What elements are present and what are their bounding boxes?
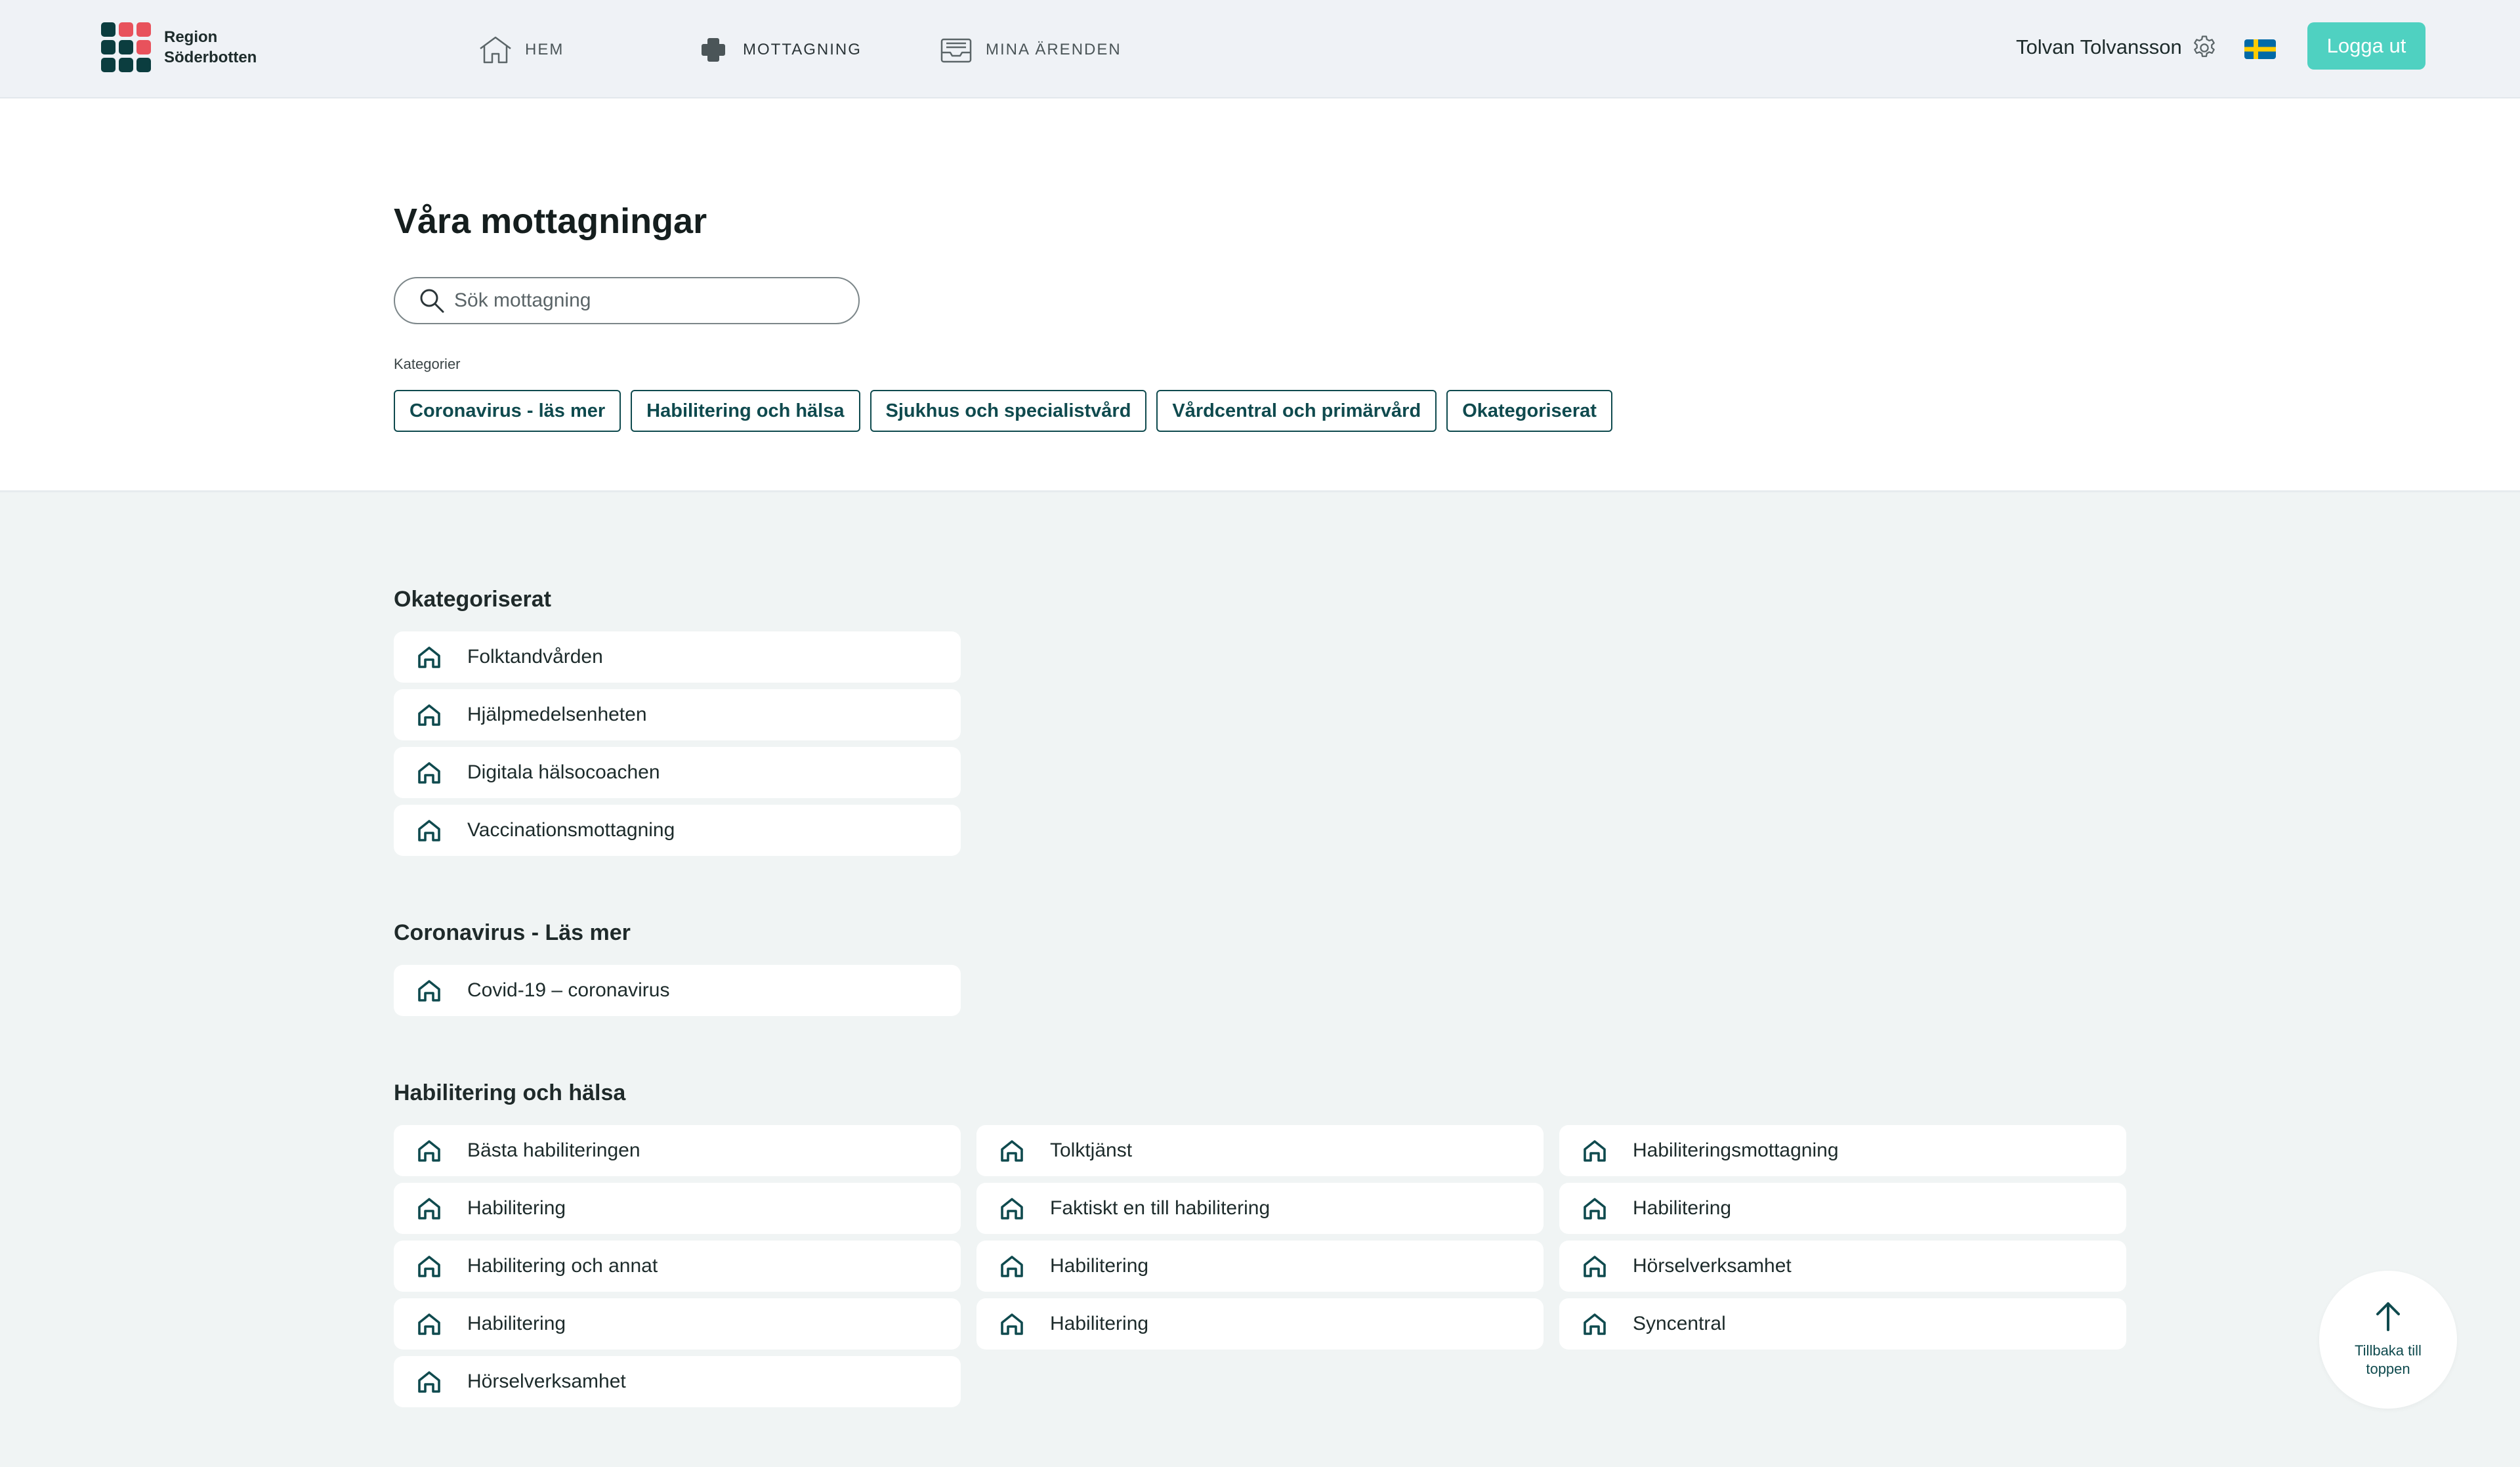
home-icon bbox=[1584, 1198, 1606, 1220]
section-title-okategoriserat: Okategoriserat bbox=[394, 587, 551, 612]
list-item[interactable]: Habilitering bbox=[1559, 1183, 2126, 1234]
logo-text: Region Söderbotten bbox=[164, 27, 257, 68]
clinic-cross-icon bbox=[696, 33, 731, 66]
chip-vardcentral[interactable]: Vårdcentral och primärvård bbox=[1156, 390, 1437, 432]
back-to-top-button[interactable]: Tillbaka till toppen bbox=[2319, 1271, 2457, 1409]
inbox-icon bbox=[938, 33, 974, 66]
list-item-label: Digitala hälsocoachen bbox=[467, 761, 660, 783]
list-item-label: Covid-19 – coronavirus bbox=[467, 979, 670, 1001]
list-item-label: Habilitering bbox=[467, 1313, 566, 1334]
list-item[interactable]: Hjälpmedelsenheten bbox=[394, 689, 961, 740]
list-item-label: Habilitering bbox=[1633, 1197, 1732, 1219]
back-to-top-label: Tillbaka till toppen bbox=[2355, 1342, 2422, 1377]
list-item-label: Vaccinationsmottagning bbox=[467, 819, 675, 841]
list-item-label: Faktiskt en till habilitering bbox=[1050, 1197, 1270, 1219]
home-icon bbox=[418, 1313, 440, 1335]
list-item-label: Habilitering och annat bbox=[467, 1255, 658, 1277]
home-icon bbox=[1001, 1140, 1023, 1162]
home-icon bbox=[418, 1140, 440, 1162]
list-item-label: Syncentral bbox=[1633, 1313, 1726, 1334]
user-name: Tolvan Tolvansson bbox=[2016, 35, 2182, 58]
list-item[interactable]: Habilitering bbox=[976, 1241, 1544, 1292]
list-item-label: Habilitering bbox=[467, 1197, 566, 1219]
home-icon bbox=[418, 1371, 440, 1393]
region-logo[interactable]: Region Söderbotten bbox=[101, 22, 257, 72]
list-item[interactable]: Vaccinationsmottagning bbox=[394, 805, 961, 856]
list-item[interactable]: Habilitering och annat bbox=[394, 1241, 961, 1292]
section-title-coronavirus: Coronavirus - Läs mer bbox=[394, 920, 631, 945]
list-item[interactable]: Folktandvården bbox=[394, 631, 961, 683]
search-icon bbox=[420, 289, 444, 313]
home-icon bbox=[1001, 1256, 1023, 1277]
list-item[interactable]: Habilitering bbox=[394, 1298, 961, 1350]
gear-icon[interactable] bbox=[2191, 34, 2218, 62]
list-item-label: Hjälpmedelsenheten bbox=[467, 704, 647, 725]
search-field[interactable] bbox=[394, 277, 860, 324]
home-icon bbox=[418, 980, 440, 1002]
chip-habilitering[interactable]: Habilitering och hälsa bbox=[631, 390, 860, 432]
section-title-habilitering: Habilitering och hälsa bbox=[394, 1080, 626, 1105]
logout-button[interactable]: Logga ut bbox=[2307, 22, 2426, 70]
home-icon bbox=[418, 704, 440, 726]
list-item-label: Bästa habiliteringen bbox=[467, 1139, 640, 1161]
home-icon bbox=[478, 33, 513, 66]
home-icon bbox=[418, 820, 440, 841]
home-icon bbox=[1584, 1313, 1606, 1335]
nav-home[interactable]: HEM bbox=[478, 32, 564, 68]
list-item-label: Tolktjänst bbox=[1050, 1139, 1133, 1161]
list-item[interactable]: Syncentral bbox=[1559, 1298, 2126, 1350]
chip-okategoriserat[interactable]: Okategoriserat bbox=[1446, 390, 1612, 432]
home-icon bbox=[418, 1198, 440, 1220]
list-item-label: Habilitering bbox=[1050, 1255, 1149, 1277]
list-item[interactable]: Bästa habiliteringen bbox=[394, 1125, 961, 1176]
home-icon bbox=[418, 762, 440, 784]
chip-coronavirus[interactable]: Coronavirus - läs mer bbox=[394, 390, 621, 432]
list-item[interactable]: Digitala hälsocoachen bbox=[394, 747, 961, 798]
list-item[interactable]: Covid-19 – coronavirus bbox=[394, 965, 961, 1016]
list-item-label: Hörselverksamhet bbox=[1633, 1255, 1792, 1277]
home-icon bbox=[418, 647, 440, 668]
logo-mark-icon bbox=[101, 22, 151, 72]
search-section bbox=[0, 98, 2520, 492]
home-icon bbox=[418, 1256, 440, 1277]
list-item[interactable]: Tolktjänst bbox=[976, 1125, 1544, 1176]
nav-mottagning-label: MOTTAGNING bbox=[743, 41, 862, 58]
list-item[interactable]: Hörselverksamhet bbox=[394, 1356, 961, 1407]
list-item[interactable]: Faktiskt en till habilitering bbox=[976, 1183, 1544, 1234]
list-item[interactable]: Hörselverksamhet bbox=[1559, 1241, 2126, 1292]
logo-line-1: Region bbox=[164, 28, 218, 46]
list-item-label: Habiliteringsmottagning bbox=[1633, 1139, 1839, 1161]
home-icon bbox=[1584, 1140, 1606, 1162]
home-icon bbox=[1001, 1313, 1023, 1335]
home-icon bbox=[1001, 1198, 1023, 1220]
category-chips: Coronavirus - läs mer Habilitering och h… bbox=[394, 390, 1612, 432]
list-item-label: Folktandvården bbox=[467, 646, 603, 668]
top-header: Region Söderbotten HEM MOTTAGNING MINA Ä… bbox=[0, 0, 2520, 98]
search-input[interactable] bbox=[454, 289, 822, 312]
nav-mottagning[interactable]: MOTTAGNING bbox=[696, 32, 862, 68]
page-title: Våra mottagningar bbox=[394, 202, 707, 241]
nav-mina-arenden-label: MINA ÄRENDEN bbox=[986, 41, 1122, 58]
list-item-label: Hörselverksamhet bbox=[467, 1371, 626, 1392]
swedish-flag-icon[interactable] bbox=[2244, 39, 2276, 59]
nav-home-label: HEM bbox=[525, 41, 564, 58]
list-item[interactable]: Habiliteringsmottagning bbox=[1559, 1125, 2126, 1176]
list-item-label: Habilitering bbox=[1050, 1313, 1149, 1334]
chip-sjukhus[interactable]: Sjukhus och specialistvård bbox=[870, 390, 1147, 432]
nav-mina-arenden[interactable]: MINA ÄRENDEN bbox=[938, 32, 1122, 68]
list-item[interactable]: Habilitering bbox=[976, 1298, 1544, 1350]
categories-label: Kategorier bbox=[394, 356, 461, 372]
home-icon bbox=[1584, 1256, 1606, 1277]
arrow-up-icon bbox=[2376, 1302, 2400, 1331]
list-item[interactable]: Habilitering bbox=[394, 1183, 961, 1234]
logo-line-2: Söderbotten bbox=[164, 49, 257, 66]
